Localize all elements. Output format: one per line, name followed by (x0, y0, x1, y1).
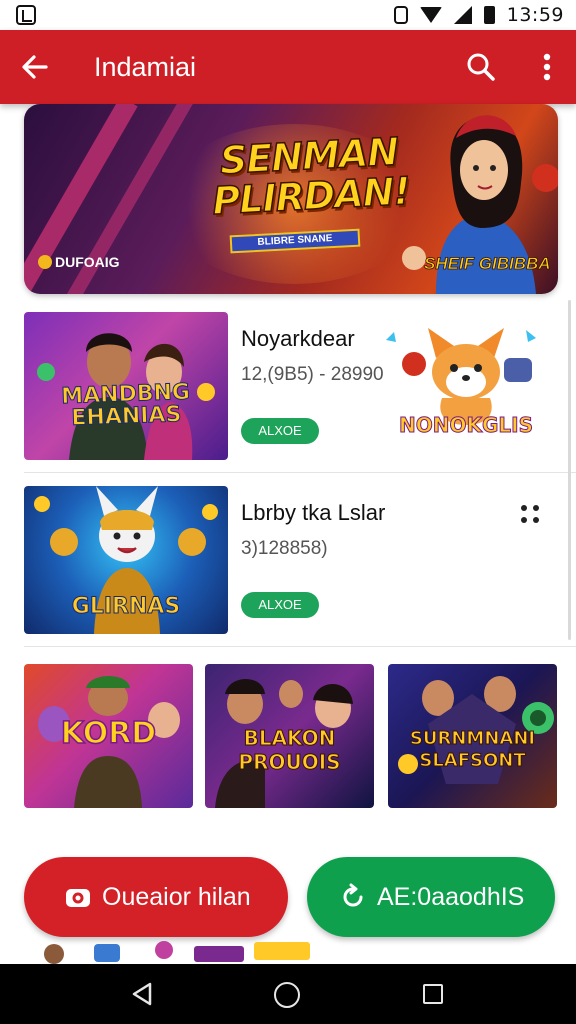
coin-icon (38, 255, 52, 269)
system-nav-bar (0, 964, 576, 1024)
secondary-action-button[interactable]: AE:0aaodhIS (307, 857, 555, 937)
list-item[interactable]: MANDBNG EHANIAS Noyarkdear 12,(9B5) - 28… (24, 312, 576, 460)
hero-banner[interactable]: SENMAN PLIRDAN! BLIBRE SNANE DUFOAIG SHE… (24, 104, 558, 294)
divider (24, 472, 576, 473)
grid-game-tile[interactable]: BLAKON PROUOIS (205, 664, 374, 808)
hero-badge-label: DUFOAIG (55, 254, 120, 270)
status-icons: 13:59 (391, 4, 564, 26)
app-notification-icon (16, 5, 36, 25)
nav-recents-icon[interactable] (423, 984, 443, 1004)
primary-action-button[interactable]: Oueaior hilan (24, 857, 288, 937)
app-title: Indamiai (94, 52, 197, 82)
item-subtitle: 3)128858) (241, 538, 328, 559)
secondary-action-label: AE:0aaodhIS (377, 882, 525, 911)
wifi-icon (419, 7, 442, 23)
search-icon[interactable] (462, 48, 500, 86)
more-vert-icon[interactable] (532, 48, 562, 86)
status-time: 13:59 (506, 4, 564, 26)
game-thumbnail[interactable]: GLIRNAS (24, 486, 228, 634)
more-options-icon[interactable] (514, 498, 546, 530)
grid-game-tile[interactable]: SURNMNANI SLAFSONT (388, 664, 557, 808)
vibrate-icon (393, 6, 408, 24)
grid-game-tile[interactable]: KORD (24, 664, 193, 808)
hero-title: SENMAN PLIRDAN! (210, 129, 411, 224)
hero-badge: DUFOAIG (38, 254, 120, 270)
thumbnail-title: MANDBNG EHANIAS (60, 379, 191, 431)
app-bar: Indamiai (0, 30, 576, 104)
item-title: Lbrby tka Lslar (241, 500, 386, 525)
art-title: NONOKGLIS (399, 413, 533, 437)
hero-tag: SHEIF GIBIBBA (424, 254, 551, 274)
list-item[interactable]: GLIRNAS Lbrby tka Lslar 3)128858) ALXOE (24, 486, 576, 634)
item-title: Noyarkdear (241, 326, 355, 351)
divider (24, 646, 576, 647)
install-button[interactable]: ALXOE (241, 592, 319, 618)
nav-home-icon[interactable] (274, 982, 300, 1008)
signal-icon (453, 6, 472, 24)
fox-mascot-illustration: NONOKGLIS BEXTANADIMS (386, 328, 536, 451)
item-subtitle: 12,(9B5) - 28990 (241, 364, 384, 385)
camera-icon (66, 889, 90, 907)
game-thumbnail[interactable]: MANDBNG EHANIAS (24, 312, 228, 460)
thumbnail-title: GLIRNAS (71, 594, 181, 620)
refresh-icon (343, 883, 363, 907)
back-arrow-icon[interactable] (18, 50, 52, 84)
scrollbar[interactable] (568, 300, 571, 640)
battery-icon (483, 6, 495, 24)
tile-title: BLAKON PROUOIS (238, 726, 341, 775)
install-button[interactable]: ALXOE (241, 418, 319, 444)
next-row-preview[interactable] (24, 936, 324, 964)
tile-title: KORD (60, 715, 157, 752)
tile-title: SURNMNANI SLAFSONT (409, 728, 536, 772)
art-subtitle: BEXTANADIMS (429, 441, 502, 451)
status-bar: 13:59 (0, 0, 576, 30)
primary-action-label: Oueaior hilan (102, 882, 251, 911)
nav-back-icon[interactable] (130, 982, 154, 1006)
